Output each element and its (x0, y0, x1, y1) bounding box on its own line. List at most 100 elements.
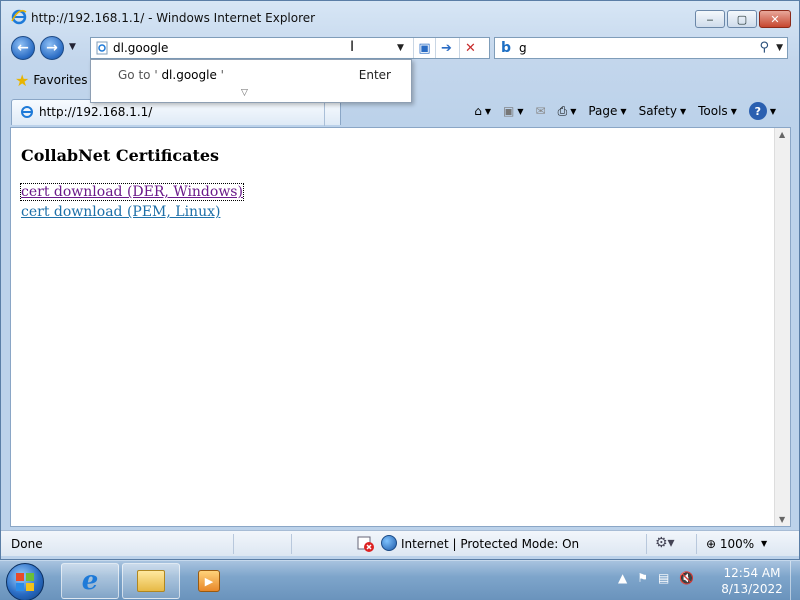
autocomplete-prefix: Go to ' (118, 68, 158, 82)
back-button[interactable]: ← (11, 36, 35, 60)
home-icon: ⌂ (474, 104, 482, 118)
safety-menu-label: Safety (638, 104, 677, 118)
go-button[interactable]: ➔ (435, 38, 457, 58)
bing-logo-icon: b (501, 40, 512, 56)
autocomplete-suffix: ' (216, 68, 224, 82)
der-cert-link[interactable]: cert download (DER, Windows) (20, 183, 244, 201)
new-tab-button[interactable] (324, 100, 354, 126)
page-title: CollabNet Certificates (21, 146, 220, 165)
forward-button[interactable]: → (40, 36, 64, 60)
tools-menu[interactable]: Tools ▼ (695, 104, 740, 118)
navigation-bar: ← → ▼ I ▼ ▣ ➔ ✕ b ⚲ ▼ (1, 35, 799, 61)
stop-button[interactable]: ✕ (459, 38, 481, 58)
folder-icon (137, 570, 165, 592)
autocomplete-go-to-item[interactable]: Go to ' dl.google ' (118, 68, 224, 82)
scroll-up-icon[interactable]: ▲ (779, 130, 785, 139)
window-title: http://192.168.1.1/ - Windows Internet E… (31, 11, 316, 25)
safety-menu[interactable]: Safety ▼ (636, 104, 690, 118)
chevron-down-icon: ▼ (679, 106, 687, 116)
ie-logo-icon (11, 9, 27, 25)
security-zone-text[interactable]: Internet | Protected Mode: On (401, 537, 579, 551)
zoom-value: 100% (719, 537, 755, 551)
search-bar[interactable]: b ⚲ ▼ (494, 37, 788, 59)
home-button[interactable]: ⌂ ▼ (471, 104, 494, 118)
blocked-content-icon[interactable] (357, 535, 375, 553)
status-divider (646, 534, 647, 554)
page-menu-label: Page (588, 104, 618, 118)
scroll-down-icon[interactable]: ▼ (779, 515, 785, 524)
window-controls: ‒ ▢ ✕ (695, 10, 791, 28)
autocomplete-query: dl.google (157, 68, 217, 82)
internet-explorer-icon: e (81, 566, 99, 596)
vertical-scrollbar[interactable]: ▲ ▼ (774, 128, 790, 526)
page-menu[interactable]: Page ▼ (585, 104, 629, 118)
status-divider (696, 534, 697, 554)
zoom-dropdown-icon[interactable]: ▼ (761, 539, 767, 548)
browser-window: http://192.168.1.1/ - Windows Internet E… (0, 0, 800, 560)
start-button[interactable] (6, 563, 44, 600)
pem-cert-link[interactable]: cert download (PEM, Linux) (21, 204, 220, 220)
favorites-button[interactable]: ★ Favorites (11, 68, 92, 92)
address-bar[interactable]: I ▼ ▣ ➔ ✕ (90, 37, 490, 59)
text-cursor-icon: I (350, 39, 355, 55)
star-icon: ★ (15, 70, 30, 90)
stop-x-icon: ✕ (465, 40, 476, 56)
chevron-down-icon: ▼ (620, 106, 627, 116)
feeds-button[interactable]: ▣ ▼ (500, 104, 527, 118)
chevron-down-icon: ▼ (570, 106, 577, 116)
clock[interactable]: 12:54 AM 8/13/2022 (718, 565, 786, 597)
status-divider (291, 534, 292, 554)
zoom-level[interactable]: ⊕ 100% (706, 537, 754, 551)
status-text: Done (11, 537, 43, 551)
printer-icon: ⎙ (557, 103, 568, 118)
chevron-down-icon: ▼ (730, 106, 737, 116)
go-arrow-icon: ➔ (441, 40, 452, 56)
address-dropdown-button[interactable]: ▼ (397, 43, 404, 53)
mail-icon: ✉ (535, 104, 546, 118)
page-content: CollabNet Certificates cert download (DE… (10, 127, 791, 527)
command-bar: ⌂ ▼ ▣ ▼ ✉ ⎙ ▼ Page ▼ Safety ▼ Tools ▼ ? ▼ (471, 100, 779, 122)
chevron-down-icon: ▼ (769, 106, 776, 116)
taskbar: e ▶ ▲ ⚑ ▤ 🔇 12:54 AM 8/13/2022 (0, 560, 800, 600)
help-icon: ? (748, 102, 767, 120)
favorites-label: Favorites (33, 73, 88, 87)
ie-page-icon (21, 106, 33, 118)
globe-icon (381, 535, 397, 551)
compatibility-view-button[interactable]: ▣ (413, 38, 435, 58)
search-magnifier-icon[interactable]: ⚲ (759, 40, 769, 55)
taskbar-internet-explorer[interactable]: e (61, 563, 119, 599)
clock-date: 8/13/2022 (721, 582, 783, 596)
status-bar: Done Internet | Protected Mode: On ⚙▾ ⊕ … (1, 530, 799, 556)
network-icon[interactable]: ▤ (658, 571, 669, 585)
status-divider (233, 534, 234, 554)
title-bar: http://192.168.1.1/ - Windows Internet E… (1, 1, 799, 35)
help-menu[interactable]: ? ▼ (746, 102, 779, 120)
show-desktop-button[interactable] (790, 561, 800, 600)
taskbar-media-player[interactable]: ▶ (183, 563, 235, 599)
windows-logo-icon (16, 573, 34, 591)
autocomplete-enter-hint: Enter (358, 68, 391, 82)
tab-label: http://192.168.1.1/ (39, 105, 153, 119)
show-hidden-icons-icon[interactable]: ▲ (618, 571, 627, 585)
search-options-dropdown[interactable]: ▼ (776, 43, 783, 53)
chevron-down-icon: ▼ (517, 106, 524, 116)
search-input[interactable] (519, 41, 719, 55)
close-button[interactable]: ✕ (759, 10, 791, 28)
maximize-button[interactable]: ▢ (727, 10, 757, 28)
volume-muted-icon[interactable]: 🔇 (679, 571, 694, 585)
arrow-right-icon: → (46, 40, 58, 56)
taskbar-windows-explorer[interactable] (122, 563, 180, 599)
compatibility-icon: ▣ (418, 40, 431, 56)
system-tray: ▲ ⚑ ▤ 🔇 (618, 571, 694, 585)
media-player-icon: ▶ (198, 570, 220, 592)
security-settings-icon[interactable]: ⚙▾ (655, 535, 675, 551)
minimize-button[interactable]: ‒ (695, 10, 725, 28)
action-center-flag-icon[interactable]: ⚑ (637, 571, 648, 585)
recent-pages-dropdown[interactable]: ▼ (69, 42, 76, 52)
clock-time: 12:54 AM (723, 566, 781, 580)
address-autocomplete-popup: Go to ' dl.google ' Enter ▽ (90, 59, 412, 103)
print-button[interactable]: ⎙ ▼ (555, 104, 580, 119)
read-mail-button[interactable]: ✉ (533, 104, 549, 118)
rss-icon: ▣ (503, 104, 515, 118)
expand-suggestions-icon[interactable]: ▽ (241, 88, 248, 98)
